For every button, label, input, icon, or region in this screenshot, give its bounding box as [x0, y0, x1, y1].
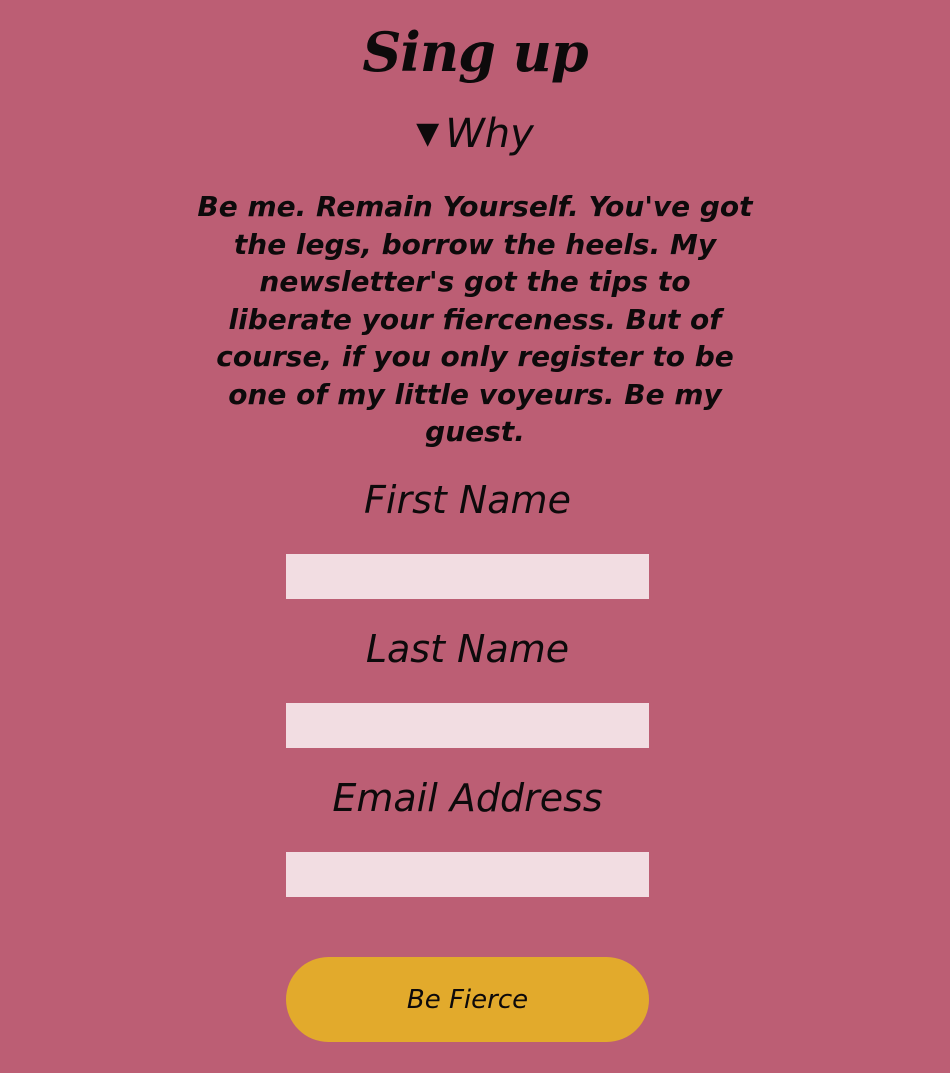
email-input[interactable] — [286, 852, 649, 897]
disclosure-triangle-icon: ▼ — [416, 116, 440, 151]
page-title: Sing up — [362, 20, 588, 84]
first-name-label: First Name — [364, 478, 571, 522]
first-name-input[interactable] — [286, 554, 649, 599]
last-name-input[interactable] — [286, 703, 649, 748]
why-label: Why — [445, 111, 534, 157]
last-name-label: Last Name — [365, 627, 570, 671]
why-description: Be me. Remain Yourself. You've got the l… — [197, 190, 753, 448]
email-label: Email Address — [332, 776, 603, 820]
signup-page: Sing up ▼ Why Be me. Remain Yourself. You… — [0, 0, 950, 1073]
why-disclosure-toggle[interactable]: ▼ Why — [0, 104, 950, 164]
submit-button[interactable]: Be Fierce — [286, 957, 649, 1042]
